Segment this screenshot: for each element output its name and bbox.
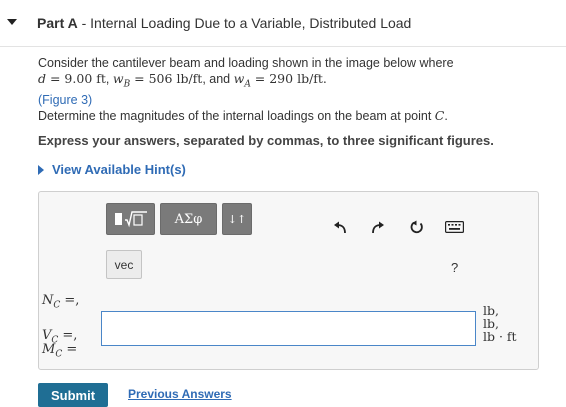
answer-input[interactable] xyxy=(101,311,476,346)
reset-icon xyxy=(410,220,423,233)
mc-suffix: = xyxy=(62,342,78,357)
keyboard-button[interactable] xyxy=(444,219,464,235)
mc-symbol: M xyxy=(42,342,56,357)
nc-symbol: N xyxy=(42,293,54,308)
wb-expression: wB = 506 lb/ft xyxy=(112,71,203,90)
submit-button[interactable]: Submit xyxy=(38,383,108,407)
symbols-button[interactable]: ΑΣφ xyxy=(160,203,217,235)
problem-line-3-suffix: . xyxy=(444,108,448,123)
vec-button[interactable]: vec xyxy=(106,250,142,279)
instruction: Express your answers, separated by comma… xyxy=(38,133,494,148)
hint-label: View Available Hint(s) xyxy=(52,162,186,177)
undo-icon xyxy=(334,221,346,234)
mc-label: MC = xyxy=(42,342,77,360)
arrows-button[interactable]: ↓↑ xyxy=(222,203,252,235)
previous-answers-link[interactable]: Previous Answers xyxy=(128,387,232,401)
help-button[interactable]: ? xyxy=(451,260,458,275)
vc-suffix: =, xyxy=(58,328,78,343)
wa-expression: wA = 290 lb/ft. xyxy=(233,71,327,90)
part-title: Part A - Internal Loading Due to a Varia… xyxy=(37,15,411,31)
point-label: C xyxy=(434,107,445,123)
part-separator: - xyxy=(77,15,91,31)
undo-button[interactable] xyxy=(332,219,348,235)
keyboard-icon xyxy=(444,221,464,233)
redo-button[interactable] xyxy=(370,219,386,235)
symbols-label: ΑΣφ xyxy=(174,211,203,227)
vec-label: vec xyxy=(114,257,134,272)
vc-symbol: V xyxy=(42,328,52,343)
d-expression: d = 9.00 ft xyxy=(38,71,106,86)
problem-line-3: Determine the magnitudes of the internal… xyxy=(38,108,538,124)
unit-mc: lb · ft xyxy=(483,329,517,344)
problem-line-1: Consider the cantilever beam and loading… xyxy=(38,56,454,70)
problem-line-3-prefix: Determine the magnitudes of the internal… xyxy=(38,108,432,123)
collapse-caret-icon[interactable] xyxy=(7,19,17,25)
part-header[interactable]: Part A - Internal Loading Due to a Varia… xyxy=(0,0,566,47)
math-toolbar: ΑΣφ ↓↑ xyxy=(106,203,252,235)
templates-button[interactable] xyxy=(106,203,155,235)
nc-suffix: =, xyxy=(60,293,80,308)
answer-panel: ΑΣφ ↓↑ vec ? NC =, VC =, MC = lb, lb, lb… xyxy=(38,191,539,370)
redo-icon xyxy=(372,221,384,234)
part-label: Part A xyxy=(37,15,78,31)
reset-button[interactable] xyxy=(408,219,424,235)
hint-caret-icon xyxy=(38,164,44,175)
and-text: and xyxy=(209,72,231,86)
unit-labels: lb, lb, lb · ft xyxy=(483,304,517,343)
problem-statement: Consider the cantilever beam and loading… xyxy=(38,56,538,124)
nc-label: NC =, xyxy=(42,293,79,311)
figure-link[interactable]: (Figure 3) xyxy=(38,93,538,108)
part-title-text: Internal Loading Due to a Variable, Dist… xyxy=(90,15,412,31)
arrows-label: ↓↑ xyxy=(227,212,247,226)
templates-icon xyxy=(114,211,147,228)
problem-line-2: d = 9.00 ft, wB = 506 lb/ft, and wA = 29… xyxy=(38,71,327,90)
view-hints-link[interactable]: View Available Hint(s) xyxy=(38,162,186,177)
